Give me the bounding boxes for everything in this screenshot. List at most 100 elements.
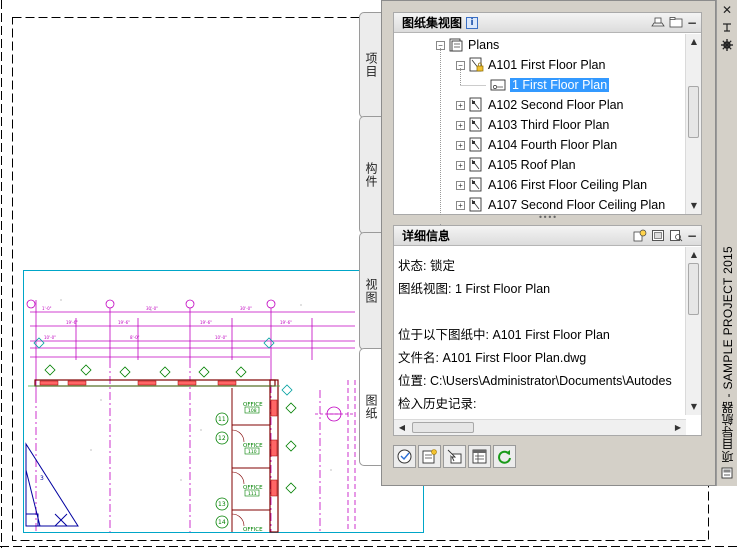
tab-constructs[interactable]: 构件 bbox=[359, 116, 383, 234]
tree-item-a102[interactable]: + A102 Second Floor Plan bbox=[456, 95, 624, 115]
details-horizontal-scrollbar[interactable]: ◀ ▶ bbox=[394, 419, 686, 435]
tree-item-a103-label: A103 Third Floor Plan bbox=[488, 118, 610, 132]
sheet-tree: − Plans − A101 First Floor Plan 1 First … bbox=[394, 34, 686, 226]
tab-project-label: 项目 bbox=[364, 52, 378, 78]
expand-icon[interactable]: + bbox=[456, 120, 465, 130]
app-window: 1'-0" 19'-6" 19'-6" 30'-0" 19'-6" 30'-0" 19… bbox=[0, 0, 737, 548]
palette-menu-icon[interactable] bbox=[720, 466, 734, 480]
svg-text:111: 111 bbox=[248, 491, 257, 497]
sheet-set-view-title: 图纸集视图 bbox=[402, 16, 463, 30]
room-tag-office-4: OFFICE bbox=[243, 527, 263, 533]
scroll-right-arrow-icon[interactable]: ▶ bbox=[670, 420, 686, 436]
expand-icon[interactable]: + bbox=[456, 180, 465, 190]
sheet-set-view-panel: 图纸集视图 i − − Plans − A101 First Floor Pla… bbox=[393, 12, 702, 226]
new-sheet-button[interactable] bbox=[418, 445, 441, 468]
tree-item-a104-label: A104 Fourth Floor Plan bbox=[488, 138, 618, 152]
scroll-down-arrow-icon[interactable]: ▼ bbox=[686, 399, 702, 415]
svg-text:10'-0": 10'-0" bbox=[215, 335, 227, 340]
sheet-icon bbox=[468, 137, 484, 153]
tree-item-a107-label: A107 Second Floor Ceiling Plan bbox=[488, 198, 666, 212]
details-filename: 文件名: A101 First Floor Plan.dwg bbox=[398, 351, 587, 365]
project-navigator-palette: 项目 构件 视图 图纸 图纸集视图 i − − Plans − A101 Fir… bbox=[359, 0, 737, 486]
svg-text:14: 14 bbox=[218, 519, 226, 526]
palette-title-bar[interactable]: ✕ 项目导航器 - SAMPLE PROJECT 2015 bbox=[716, 0, 737, 486]
scroll-left-arrow-icon[interactable]: ◀ bbox=[394, 420, 410, 436]
expand-icon[interactable]: + bbox=[456, 140, 465, 150]
site-hatch bbox=[60, 299, 332, 481]
scroll-thumb[interactable] bbox=[412, 422, 474, 433]
tree-item-a103[interactable]: + A103 Third Floor Plan bbox=[456, 115, 609, 135]
tree-item-a101-label: A101 First Floor Plan bbox=[488, 58, 606, 72]
svg-text:12: 12 bbox=[218, 435, 226, 442]
select-icon bbox=[447, 449, 462, 464]
details-sheet-view: 图纸视图: 1 First Floor Plan bbox=[398, 282, 551, 296]
palette-title: 项目导航器 - SAMPLE PROJECT 2015 bbox=[719, 246, 736, 463]
sheet-list-button[interactable] bbox=[468, 445, 491, 468]
history-icon[interactable] bbox=[633, 229, 647, 242]
scroll-up-arrow-icon[interactable]: ▲ bbox=[686, 247, 702, 263]
scroll-up-arrow-icon[interactable]: ▲ bbox=[686, 34, 702, 50]
sheet-icon bbox=[468, 157, 484, 173]
sheet-icon bbox=[468, 97, 484, 113]
scroll-thumb[interactable] bbox=[688, 86, 699, 138]
tree-item-a107[interactable]: + A107 Second Floor Ceiling Plan bbox=[456, 195, 665, 215]
svg-text:13: 13 bbox=[218, 501, 226, 508]
tree-item-a102-label: A102 Second Floor Plan bbox=[488, 98, 624, 112]
scroll-thumb[interactable] bbox=[688, 263, 699, 315]
window-openings bbox=[39, 380, 278, 497]
svg-text:30'-0": 30'-0" bbox=[146, 306, 158, 311]
tree-item-1-first-floor-plan[interactable]: 1 First Floor Plan bbox=[490, 75, 610, 95]
info-icon[interactable]: i bbox=[466, 16, 479, 29]
details-panel: 详细信息 − 状态: 锁定 图纸视图: 1 First Floor Plan 位… bbox=[393, 225, 702, 436]
svg-text:1'-0": 1'-0" bbox=[42, 306, 52, 311]
expand-icon[interactable]: + bbox=[456, 200, 465, 210]
dimension-ticks: 1'-0" 19'-6" 19'-6" 30'-0" 19'-6" 30'-0" 19… bbox=[42, 306, 292, 340]
details-view-icon[interactable] bbox=[669, 229, 683, 242]
tab-views[interactable]: 视图 bbox=[359, 232, 383, 350]
publish-icon[interactable] bbox=[651, 16, 665, 29]
details-body: 状态: 锁定 图纸视图: 1 First Floor Plan 位于以下图纸中:… bbox=[394, 247, 686, 415]
refresh-icon bbox=[498, 450, 511, 464]
tree-item-1-first-floor-plan-label: 1 First Floor Plan bbox=[510, 78, 610, 92]
scroll-down-arrow-icon[interactable]: ▼ bbox=[686, 198, 702, 214]
exterior-wall bbox=[34, 379, 279, 533]
details-status: 状态: 锁定 bbox=[398, 259, 455, 273]
triangle-label: 3 bbox=[40, 475, 44, 482]
open-sheet-button[interactable] bbox=[393, 445, 416, 468]
tree-item-a105-label: A105 Roof Plan bbox=[488, 158, 576, 172]
tree-vertical-scrollbar[interactable]: ▲ ▼ bbox=[685, 34, 701, 214]
details-vertical-scrollbar[interactable]: ▲ ▼ bbox=[685, 247, 701, 415]
details-header: 详细信息 − bbox=[394, 226, 701, 246]
properties-gear-icon[interactable] bbox=[720, 38, 734, 52]
svg-text:19'-6": 19'-6" bbox=[200, 320, 212, 325]
svg-text:10'-0": 10'-0" bbox=[44, 335, 56, 340]
triangle-symbol bbox=[25, 442, 79, 527]
svg-text:30'-0": 30'-0" bbox=[240, 306, 252, 311]
refresh-button[interactable] bbox=[493, 445, 516, 468]
preview-icon[interactable] bbox=[651, 229, 665, 242]
svg-text:108: 108 bbox=[248, 408, 257, 414]
expand-icon[interactable]: + bbox=[456, 160, 465, 170]
svg-text:19'-6": 19'-6" bbox=[280, 320, 292, 325]
details-checkin-history: 检入历史记录: bbox=[398, 397, 477, 411]
close-icon[interactable]: ✕ bbox=[720, 3, 734, 17]
tab-sheets[interactable]: 图纸 bbox=[359, 348, 383, 466]
vertical-dash-right bbox=[347, 380, 356, 532]
folder-icon[interactable] bbox=[669, 16, 683, 29]
sheet-icon bbox=[468, 197, 484, 213]
tab-project[interactable]: 项目 bbox=[359, 12, 383, 118]
new-sheet-icon bbox=[422, 449, 437, 464]
tree-item-a106[interactable]: + A106 First Floor Ceiling Plan bbox=[456, 175, 647, 195]
svg-text:110: 110 bbox=[248, 449, 257, 455]
collapse-details-icon[interactable]: − bbox=[687, 230, 697, 242]
section-marker bbox=[315, 406, 355, 422]
panel-splitter[interactable]: •••• bbox=[393, 214, 702, 223]
select-button[interactable] bbox=[443, 445, 466, 468]
tree-item-a105[interactable]: + A105 Roof Plan bbox=[456, 155, 576, 175]
collapse-section-icon[interactable]: − bbox=[687, 17, 697, 29]
auto-hide-icon[interactable] bbox=[720, 20, 734, 34]
svg-text:19'-6": 19'-6" bbox=[66, 320, 78, 325]
expand-icon[interactable]: + bbox=[456, 100, 465, 110]
bottom-toolbar bbox=[393, 445, 516, 468]
tree-item-a104[interactable]: + A104 Fourth Floor Plan bbox=[456, 135, 617, 155]
